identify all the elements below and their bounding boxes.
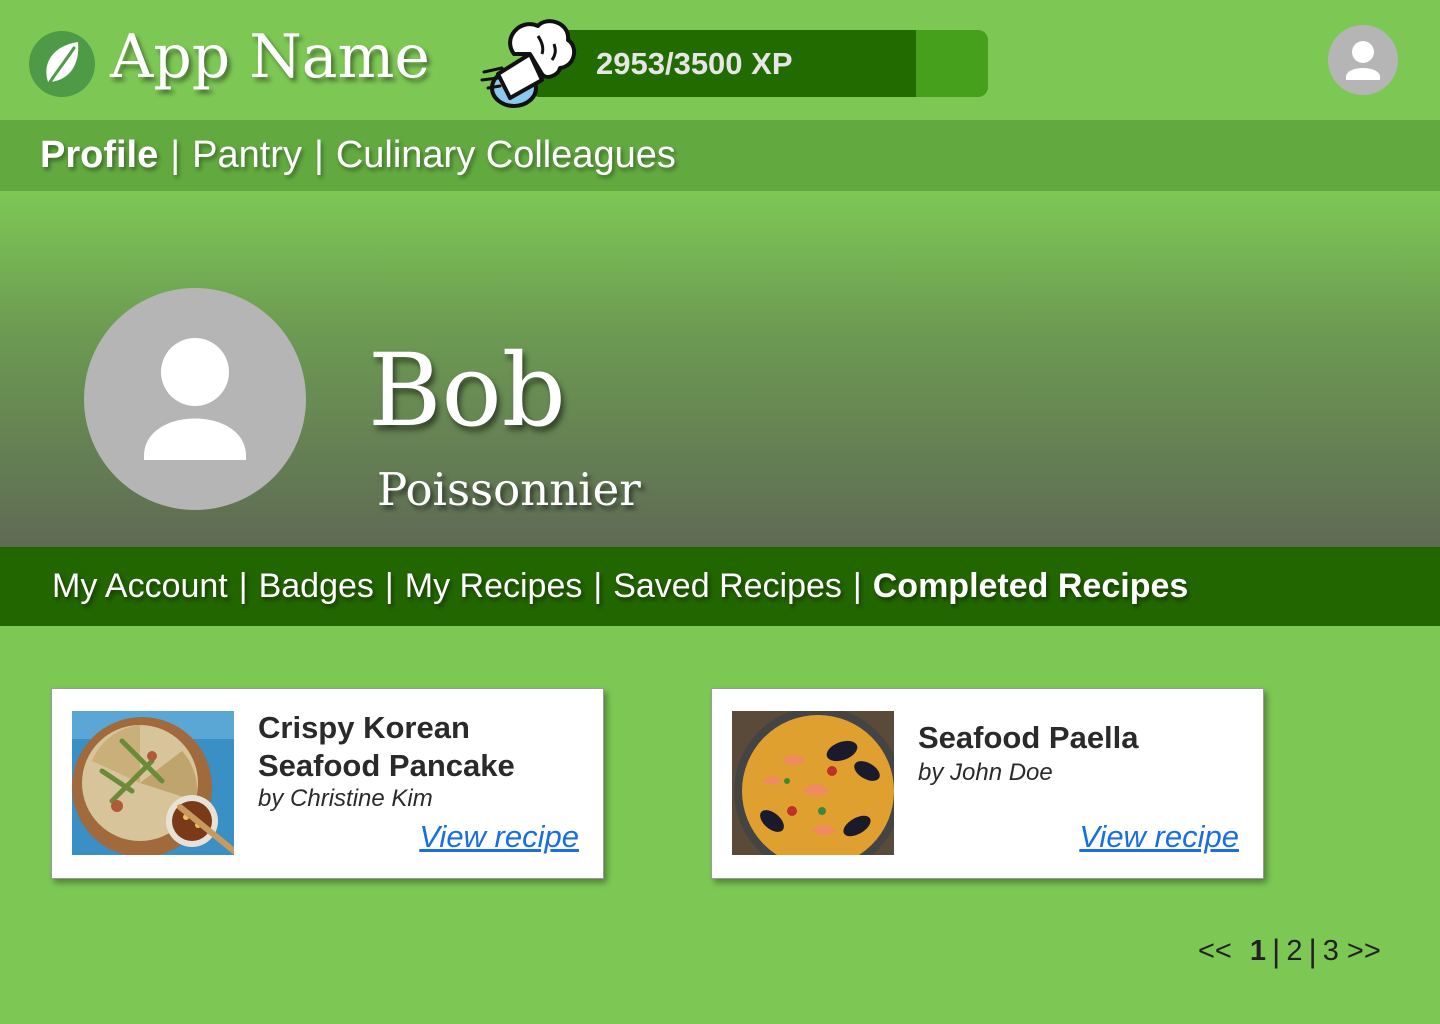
page-1-link[interactable]: 1 [1250,935,1266,968]
profile-sub-nav: My Account | Badges | My Recipes | Saved… [0,547,1440,626]
recipe-title: Crispy Korean Seafood Pancake [258,710,515,783]
xp-label: 2953/3500 XP [596,46,793,81]
pagination: << 1 | 2 | 3 >> [1198,930,1381,972]
nav-profile[interactable]: Profile [40,134,158,177]
page-separator: | [1272,932,1281,969]
app-name[interactable]: App Name [110,22,430,92]
nav-separator: | [313,134,324,176]
profile-title: Poissonnier [377,463,641,516]
nav-separator: | [170,134,181,176]
nav-separator: | [852,567,862,605]
tab-saved-recipes[interactable]: Saved Recipes [613,567,842,606]
account-avatar-button[interactable] [1328,25,1398,95]
profile-avatar [84,288,306,510]
xp-progress: 2953/3500 XP [480,14,990,108]
user-avatar-icon [1346,41,1380,80]
user-avatar-icon [144,338,246,460]
prev-page-button[interactable]: << [1198,935,1232,968]
recipe-thumbnail[interactable] [732,711,894,855]
nav-culinary-colleagues[interactable]: Culinary Colleagues [336,134,676,177]
page-separator: | [1308,932,1317,969]
page-3-link[interactable]: 3 [1323,935,1339,968]
next-page-button[interactable]: >> [1347,935,1381,968]
leaf-logo-icon[interactable] [28,30,96,98]
nav-separator: | [593,567,603,605]
top-bar: App Name 2953/3500 XP [0,0,1440,120]
profile-name: Bob [368,332,566,449]
view-recipe-link[interactable]: View recipe [419,819,579,855]
recipe-card: Seafood Paella by John Doe View recipe [711,688,1264,879]
nav-separator: | [238,567,248,605]
chef-hat-icon [480,19,577,108]
recipe-author: by John Doe [918,759,1053,786]
main-nav: Profile | Pantry | Culinary Colleagues [0,120,1440,191]
nav-pantry[interactable]: Pantry [192,134,302,177]
profile-hero: Bob Poissonnier [0,191,1440,547]
nav-separator: | [384,567,394,605]
tab-my-recipes[interactable]: My Recipes [405,567,583,606]
recipe-title: Seafood Paella [918,720,1139,755]
page-2-link[interactable]: 2 [1286,935,1302,968]
tab-completed-recipes[interactable]: Completed Recipes [873,567,1189,606]
recipe-card: Crispy Korean Seafood Pancake by Christi… [51,688,604,879]
tab-badges[interactable]: Badges [259,567,374,606]
tab-my-account[interactable]: My Account [52,567,228,606]
recipe-author: by Christine Kim [258,785,433,812]
recipe-thumbnail[interactable] [72,711,234,855]
view-recipe-link[interactable]: View recipe [1079,819,1239,855]
